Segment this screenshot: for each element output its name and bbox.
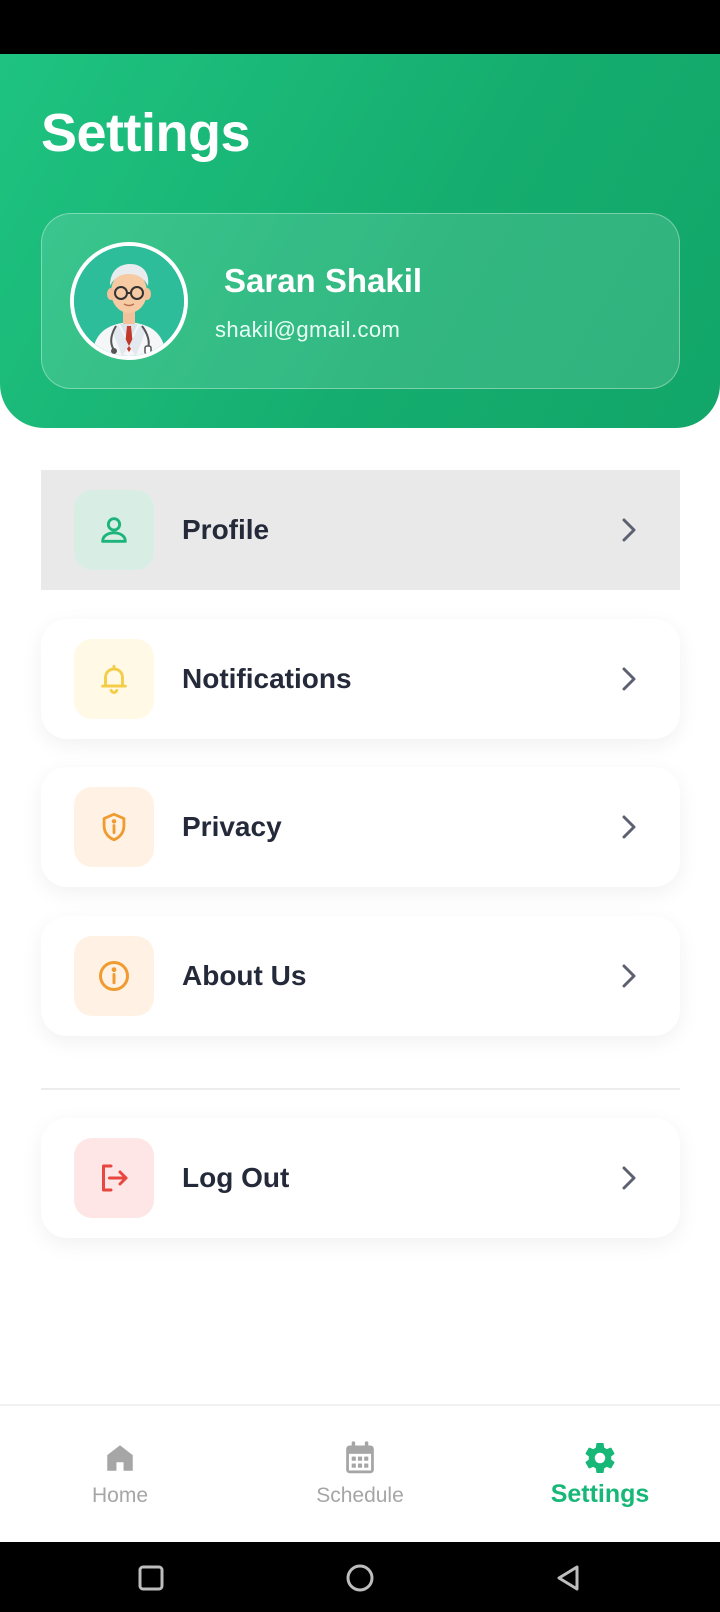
chevron-right-icon xyxy=(614,515,644,545)
menu-label-about-us: About Us xyxy=(182,960,307,991)
bottom-navigation: Home Schedule Settings xyxy=(0,1404,720,1542)
menu-label-privacy: Privacy xyxy=(182,811,282,842)
logout-icon xyxy=(74,1138,154,1218)
divider xyxy=(41,1088,680,1090)
recent-apps-icon[interactable] xyxy=(129,1556,173,1600)
nav-label-home: Home xyxy=(91,1484,149,1507)
settings-header: Settings Saran Shakil shakil@gmail.com xyxy=(0,54,720,428)
info-circle-icon xyxy=(74,936,154,1016)
status-bar xyxy=(0,0,720,54)
gear-icon xyxy=(582,1438,618,1478)
menu-item-about-us[interactable]: About Us xyxy=(41,916,680,1036)
user-icon xyxy=(74,490,154,570)
menu-item-profile[interactable]: Profile xyxy=(41,470,680,590)
back-icon[interactable] xyxy=(546,1556,590,1600)
user-name: Saran Shakil xyxy=(224,262,423,299)
system-navigation-bar xyxy=(0,1542,720,1612)
chevron-right-icon xyxy=(614,664,644,694)
chevron-right-icon xyxy=(614,812,644,842)
nav-item-schedule[interactable]: Schedule xyxy=(240,1406,480,1542)
nav-item-settings[interactable]: Settings xyxy=(480,1406,720,1542)
menu-label-profile: Profile xyxy=(182,514,270,545)
nav-label-schedule: Schedule xyxy=(316,1484,404,1507)
menu-label-notifications: Notifications xyxy=(182,663,352,694)
page-title: Settings xyxy=(41,103,251,163)
chevron-right-icon xyxy=(614,961,644,991)
user-profile-card: Saran Shakil shakil@gmail.com xyxy=(41,213,680,389)
calendar-icon xyxy=(343,1438,377,1478)
menu-item-privacy[interactable]: Privacy xyxy=(41,767,680,887)
nav-label-settings: Settings xyxy=(550,1480,650,1508)
user-email: shakil@gmail.com xyxy=(215,317,401,342)
nav-item-home[interactable]: Home xyxy=(0,1406,240,1542)
home-icon xyxy=(103,1438,137,1478)
menu-item-notifications[interactable]: Notifications xyxy=(41,619,680,739)
menu-item-log-out[interactable]: Log Out xyxy=(41,1118,680,1238)
menu-label-log-out: Log Out xyxy=(182,1162,290,1193)
chevron-right-icon xyxy=(614,1163,644,1193)
doctor-avatar-icon xyxy=(74,246,184,356)
home-circle-icon[interactable] xyxy=(338,1556,382,1600)
avatar xyxy=(70,242,188,360)
shield-info-icon xyxy=(74,787,154,867)
bell-icon xyxy=(74,639,154,719)
